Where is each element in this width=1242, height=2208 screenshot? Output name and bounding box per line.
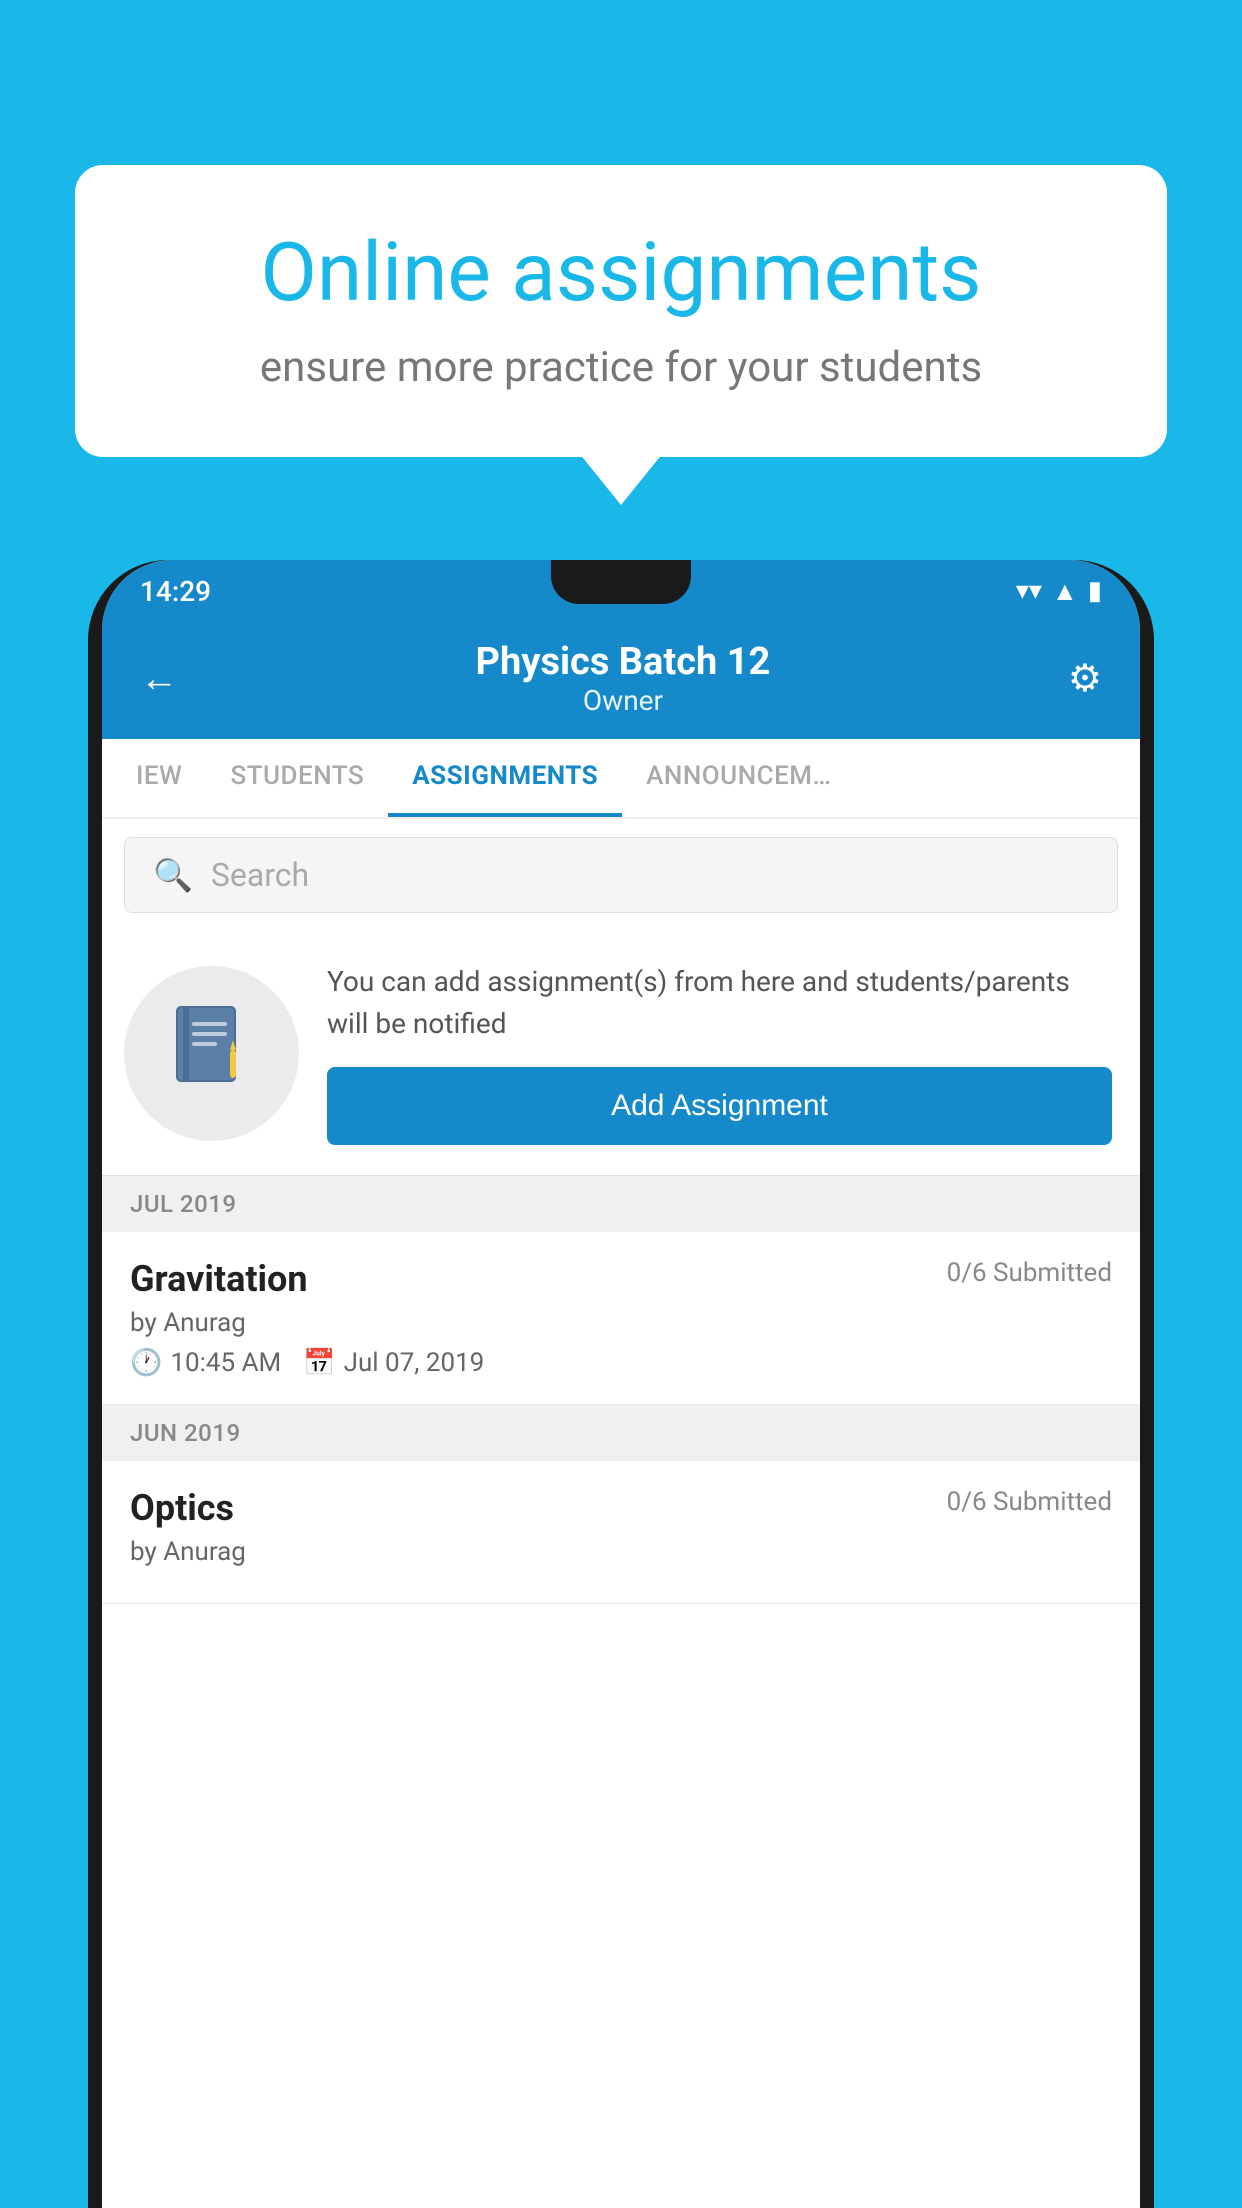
tabs-bar: IEW STUDENTS ASSIGNMENTS ANNOUNCEM… <box>102 739 1140 819</box>
tab-assignments[interactable]: ASSIGNMENTS <box>388 739 622 817</box>
settings-icon[interactable]: ⚙ <box>1068 656 1102 701</box>
meta-time: 🕐 10:45 AM <box>130 1348 281 1378</box>
cta-icon-circle <box>124 966 299 1141</box>
submitted-badge: 0/6 Submitted <box>947 1258 1112 1288</box>
status-icons: ▾▾ ▲ ▮ <box>1016 576 1102 607</box>
section-jun-2019: JUN 2019 <box>102 1405 1140 1461</box>
assignment-cta: You can add assignment(s) from here and … <box>102 931 1140 1176</box>
assignment-author-optics: by Anurag <box>130 1537 1112 1567</box>
status-time: 14:29 <box>140 575 211 608</box>
assignment-name-optics: Optics <box>130 1487 234 1529</box>
cta-right: You can add assignment(s) from here and … <box>327 961 1112 1145</box>
speech-bubble-wrapper: Online assignments ensure more practice … <box>75 165 1167 457</box>
clock-icon: 🕐 <box>130 1348 162 1378</box>
assignment-date: Jul 07, 2019 <box>344 1348 485 1378</box>
cta-text: You can add assignment(s) from here and … <box>327 961 1112 1045</box>
assignment-top-row-optics: Optics 0/6 Submitted <box>130 1487 1112 1529</box>
phone-frame: 14:29 ▾▾ ▲ ▮ ← Physics Batch 12 Owner ⚙ … <box>88 560 1154 2208</box>
app-header: ← Physics Batch 12 Owner ⚙ <box>102 622 1140 739</box>
section-jul-2019: JUL 2019 <box>102 1176 1140 1232</box>
signal-icon: ▲ <box>1052 576 1078 607</box>
assignment-name: Gravitation <box>130 1258 308 1300</box>
tab-overview[interactable]: IEW <box>112 739 206 817</box>
notebook-icon <box>172 1002 252 1105</box>
back-button[interactable]: ← <box>140 657 178 701</box>
assignment-author: by Anurag <box>130 1308 1112 1338</box>
assignment-item-optics[interactable]: Optics 0/6 Submitted by Anurag <box>102 1461 1140 1604</box>
phone-screen: 14:29 ▾▾ ▲ ▮ ← Physics Batch 12 Owner ⚙ … <box>102 560 1140 2208</box>
assignment-top-row: Gravitation 0/6 Submitted <box>130 1258 1112 1300</box>
search-bar[interactable]: 🔍 Search <box>124 837 1118 913</box>
notch <box>551 560 691 604</box>
assignment-time: 10:45 AM <box>170 1348 281 1378</box>
search-container: 🔍 Search <box>102 819 1140 931</box>
calendar-icon: 📅 <box>303 1348 335 1378</box>
header-subtitle: Owner <box>476 684 771 717</box>
add-assignment-button[interactable]: Add Assignment <box>327 1067 1112 1145</box>
meta-date: 📅 Jul 07, 2019 <box>303 1348 484 1378</box>
bubble-subtitle: ensure more practice for your students <box>145 343 1097 392</box>
tab-students[interactable]: STUDENTS <box>206 739 388 817</box>
bubble-title: Online assignments <box>145 225 1097 321</box>
battery-icon: ▮ <box>1088 576 1102 606</box>
submitted-badge-optics: 0/6 Submitted <box>947 1487 1112 1517</box>
assignment-item-gravitation[interactable]: Gravitation 0/6 Submitted by Anurag 🕐 10… <box>102 1232 1140 1405</box>
wifi-icon: ▾▾ <box>1016 576 1042 606</box>
status-bar: 14:29 ▾▾ ▲ ▮ <box>102 560 1140 622</box>
tab-announcements[interactable]: ANNOUNCEM… <box>622 739 855 817</box>
speech-bubble: Online assignments ensure more practice … <box>75 165 1167 457</box>
search-icon: 🔍 <box>153 856 193 894</box>
header-center: Physics Batch 12 Owner <box>476 640 771 717</box>
search-input[interactable]: Search <box>211 856 309 894</box>
header-title: Physics Batch 12 <box>476 640 771 684</box>
assignment-meta: 🕐 10:45 AM 📅 Jul 07, 2019 <box>130 1348 1112 1378</box>
